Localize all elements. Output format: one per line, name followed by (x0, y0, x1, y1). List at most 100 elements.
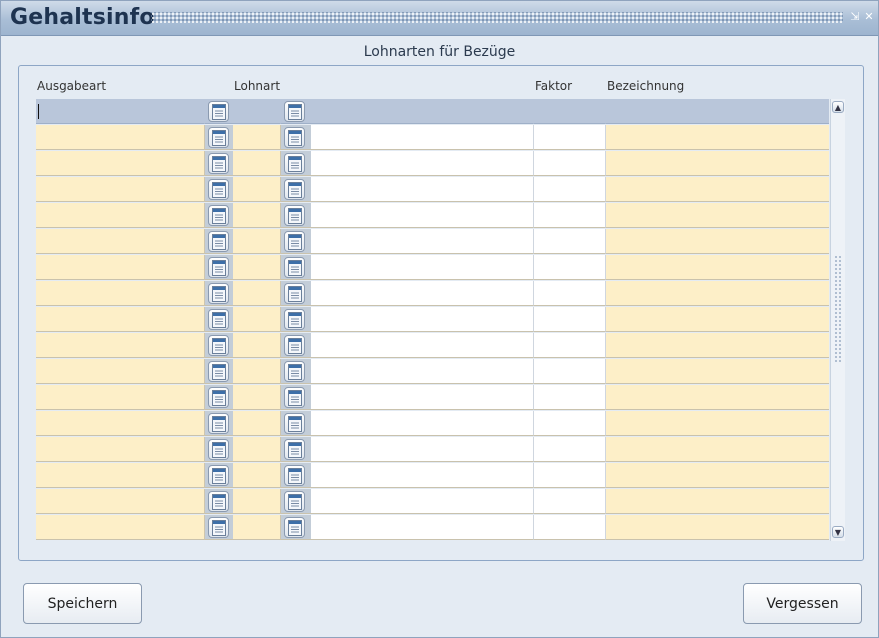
ausgabeart-lov-button[interactable] (208, 101, 229, 122)
lohnart-lov-button[interactable] (284, 309, 305, 330)
bezeichnung-cell[interactable] (606, 229, 829, 254)
title-bar[interactable]: Gehaltsinfo ⇲ ✕ (1, 1, 878, 36)
close-icon[interactable]: ✕ (863, 11, 875, 23)
bezeichnung-cell[interactable] (606, 385, 829, 410)
lohnart-lov-button[interactable] (284, 439, 305, 460)
cancel-button[interactable]: Vergessen (743, 583, 862, 624)
save-button[interactable]: Speichern (23, 583, 142, 624)
ausgabeart-cell[interactable] (36, 281, 205, 306)
bezeichnung-cell[interactable] (606, 255, 829, 280)
ausgabeart-lov-button[interactable] (208, 465, 229, 486)
ausgabeart-lov-button[interactable] (208, 439, 229, 460)
ausgabeart-cell[interactable] (36, 333, 205, 358)
faktor-cell[interactable] (534, 333, 606, 358)
scroll-down-arrow-icon[interactable]: ▼ (832, 526, 844, 538)
bezeichnung-cell[interactable] (606, 151, 829, 176)
ausgabeart-lov-button[interactable] (208, 127, 229, 148)
ausgabeart-cell[interactable] (36, 203, 205, 228)
bezeichnung-cell[interactable] (606, 463, 829, 488)
ausgabeart-lov-button[interactable] (208, 205, 229, 226)
lohnart-cell[interactable] (233, 385, 281, 410)
lohnart-lov-button[interactable] (284, 231, 305, 252)
faktor-cell[interactable] (534, 255, 606, 280)
bezeichnung-cell[interactable] (606, 411, 829, 436)
ausgabeart-lov-button[interactable] (208, 361, 229, 382)
faktor-cell[interactable] (534, 411, 606, 436)
bezeichnung-cell[interactable] (606, 203, 829, 228)
bezeichnung-cell[interactable] (606, 333, 829, 358)
ausgabeart-cell[interactable] (36, 255, 205, 280)
faktor-cell[interactable] (534, 151, 606, 176)
lohnart-lov-button[interactable] (284, 153, 305, 174)
lohnart-cell[interactable] (233, 177, 281, 202)
ausgabeart-cell[interactable] (36, 385, 205, 410)
lohnart-cell[interactable] (233, 515, 281, 540)
lohnart-cell[interactable] (233, 463, 281, 488)
faktor-cell[interactable] (534, 203, 606, 228)
lohnart-cell[interactable] (233, 229, 281, 254)
ausgabeart-cell[interactable] (36, 463, 205, 488)
lohnart-lov-button[interactable] (284, 517, 305, 538)
bezeichnung-cell[interactable] (606, 125, 829, 150)
bezeichnung-cell[interactable] (606, 281, 829, 306)
ausgabeart-cell[interactable] (36, 489, 205, 514)
lohnart-cell[interactable] (233, 437, 281, 462)
ausgabeart-lov-button[interactable] (208, 491, 229, 512)
ausgabeart-lov-button[interactable] (208, 413, 229, 434)
faktor-cell[interactable] (534, 177, 606, 202)
bezeichnung-cell[interactable] (606, 307, 829, 332)
lohnart-cell[interactable] (233, 359, 281, 384)
faktor-cell[interactable] (534, 281, 606, 306)
lohnart-lov-button[interactable] (284, 387, 305, 408)
ausgabeart-cell[interactable] (36, 125, 205, 150)
lohnart-lov-button[interactable] (284, 491, 305, 512)
ausgabeart-lov-button[interactable] (208, 309, 229, 330)
lohnart-lov-button[interactable] (284, 205, 305, 226)
ausgabeart-cell[interactable] (36, 307, 205, 332)
lohnart-cell[interactable] (233, 307, 281, 332)
table-scrollbar[interactable]: ▲ ▼ (830, 99, 845, 541)
lohnart-cell[interactable] (233, 255, 281, 280)
faktor-cell[interactable] (534, 385, 606, 410)
bezeichnung-cell[interactable] (606, 489, 829, 514)
ausgabeart-cell[interactable] (36, 151, 205, 176)
ausgabeart-cell[interactable] (36, 359, 205, 384)
lohnart-lov-button[interactable] (284, 361, 305, 382)
ausgabeart-cell[interactable] (36, 411, 205, 436)
lohnart-cell[interactable] (233, 125, 281, 150)
bezeichnung-cell[interactable] (606, 99, 829, 124)
scrollbar-thumb[interactable] (834, 255, 842, 363)
faktor-cell[interactable] (534, 229, 606, 254)
bezeichnung-cell[interactable] (606, 359, 829, 384)
ausgabeart-cell[interactable] (36, 437, 205, 462)
lohnart-cell[interactable] (233, 411, 281, 436)
scroll-up-arrow-icon[interactable]: ▲ (832, 101, 844, 113)
ausgabeart-cell[interactable] (36, 99, 205, 124)
lohnart-cell[interactable] (233, 333, 281, 358)
faktor-cell[interactable] (534, 515, 606, 540)
lohnart-lov-button[interactable] (284, 413, 305, 434)
bezeichnung-cell[interactable] (606, 515, 829, 540)
faktor-cell[interactable] (534, 125, 606, 150)
lohnart-cell[interactable] (233, 489, 281, 514)
ausgabeart-lov-button[interactable] (208, 257, 229, 278)
lohnart-cell[interactable] (233, 281, 281, 306)
faktor-cell[interactable] (534, 463, 606, 488)
ausgabeart-lov-button[interactable] (208, 179, 229, 200)
lohnart-cell[interactable] (233, 203, 281, 228)
ausgabeart-lov-button[interactable] (208, 335, 229, 356)
ausgabeart-lov-button[interactable] (208, 153, 229, 174)
lohnart-lov-button[interactable] (284, 179, 305, 200)
bezeichnung-cell[interactable] (606, 437, 829, 462)
ausgabeart-lov-button[interactable] (208, 517, 229, 538)
faktor-cell[interactable] (534, 437, 606, 462)
ausgabeart-cell[interactable] (36, 515, 205, 540)
lohnart-lov-button[interactable] (284, 257, 305, 278)
ausgabeart-cell[interactable] (36, 177, 205, 202)
lohnart-cell[interactable] (233, 151, 281, 176)
minimize-icon[interactable]: ⇲ (849, 11, 861, 23)
faktor-cell[interactable] (534, 307, 606, 332)
faktor-cell[interactable] (534, 359, 606, 384)
lohnart-lov-button[interactable] (284, 127, 305, 148)
ausgabeart-lov-button[interactable] (208, 231, 229, 252)
